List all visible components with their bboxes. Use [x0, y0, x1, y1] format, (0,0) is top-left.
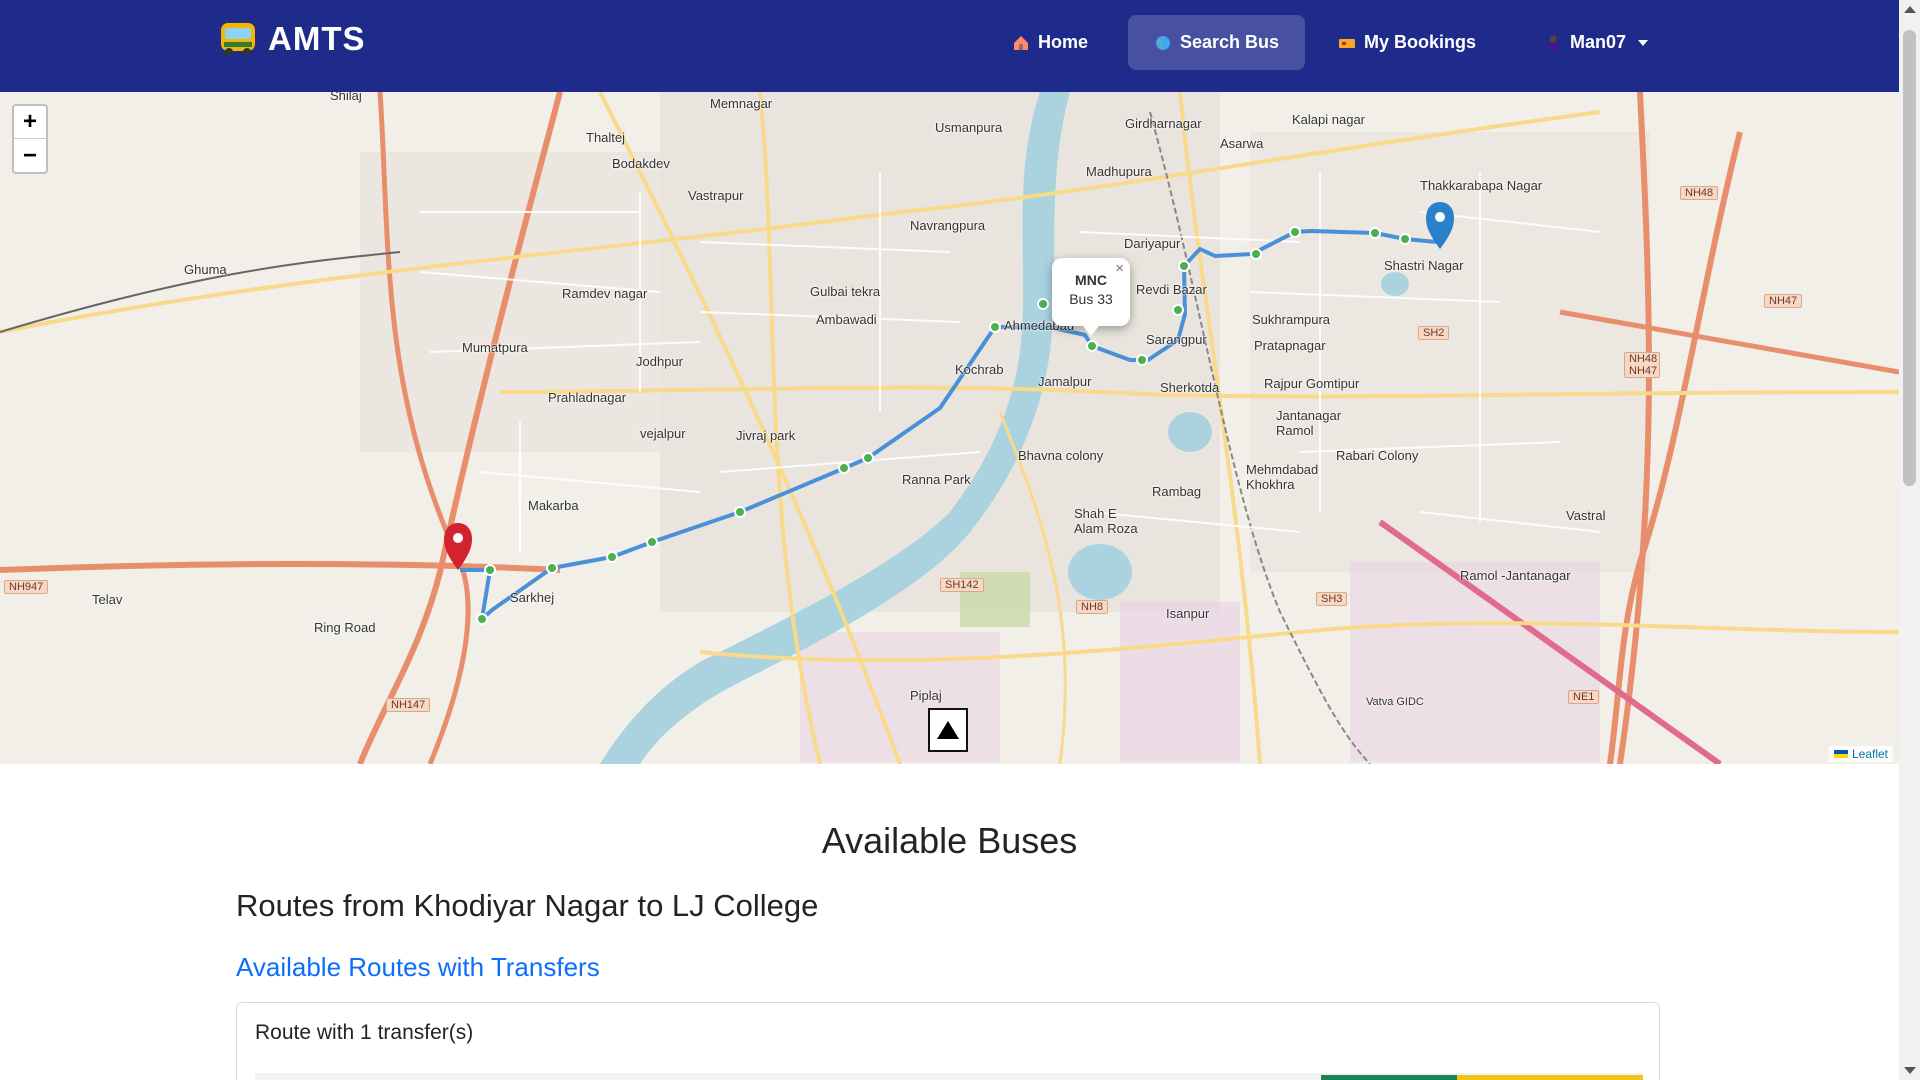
map-label: Mehmdabad Khokhra: [1246, 462, 1319, 492]
zoom-control: + −: [12, 104, 48, 174]
map-label: Asarwa: [1220, 136, 1264, 151]
map-label: Madhupura: [1086, 164, 1152, 179]
nav-user-menu[interactable]: Man07: [1518, 15, 1674, 70]
nav-search-bus-label: Search Bus: [1180, 32, 1280, 52]
road-shield: NH8: [1076, 600, 1109, 614]
map-label: Pratapnagar: [1254, 338, 1326, 353]
attribution-link[interactable]: Leaflet: [1852, 747, 1888, 761]
map-label: Bhavna colony: [1018, 448, 1104, 463]
ukraine-flag-icon: [1833, 750, 1848, 758]
map-label: Rambag: [1152, 484, 1202, 499]
route-map[interactable]: Shilaj Memnagar Thaltej Usmanpura Girdha…: [0, 92, 1899, 764]
map-label: Kalapi nagar: [1292, 112, 1365, 127]
close-icon[interactable]: ×: [1115, 260, 1124, 277]
map-label: Sukhrampura: [1252, 312, 1331, 327]
map-attribution[interactable]: Leaflet: [1828, 746, 1893, 762]
house-icon: [1014, 35, 1028, 50]
road-shield: NH147: [386, 698, 431, 712]
road-shield: NH48: [1680, 186, 1719, 200]
map-label: Ramol -Jantanagar: [1460, 568, 1571, 583]
route-segment-first: [1321, 1075, 1457, 1080]
globe-icon: [1156, 35, 1170, 50]
map-label: Rajpur Gomtipur: [1264, 376, 1360, 391]
scroll-down-arrow-icon[interactable]: [1904, 1067, 1916, 1074]
map-label: Jantanagar Ramol: [1276, 408, 1342, 438]
scroll-to-top-button[interactable]: [928, 708, 968, 752]
map-label: Telav: [92, 592, 123, 607]
map-label: Isanpur: [1166, 606, 1210, 621]
map-label: Jodhpur: [636, 354, 683, 369]
page-title: Available Buses: [821, 820, 1078, 861]
map-label: Jivraj park: [736, 428, 796, 443]
map-label: Thaltej: [586, 130, 626, 145]
route-card-title: Route with 1 transfer(s): [255, 1021, 474, 1044]
chevron-down-icon: [1638, 39, 1649, 46]
route-title: Routes from Khodiyar Nagar to LJ College: [236, 888, 819, 923]
bus-icon: [221, 23, 255, 56]
map-label: Shah E Alam Roza: [1074, 506, 1138, 536]
map-label: Ghuma: [184, 262, 227, 277]
nav-my-bookings-label: My Bookings: [1364, 32, 1477, 52]
map-label: Shilaj: [330, 92, 362, 103]
nav-user-label: Man07: [1570, 32, 1627, 52]
top-navbar: AMTS Home Search Bus My Bookings Man07: [0, 0, 1899, 92]
map-label: Sherkotda: [1160, 380, 1220, 395]
map-label: Piplaj: [910, 688, 942, 703]
road-shield: NH47: [1764, 294, 1803, 308]
map-label: Ambawadi: [816, 312, 877, 327]
map-tiles: [0, 92, 1899, 764]
page-scrollbar[interactable]: [1899, 0, 1920, 1080]
scroll-up-arrow-icon[interactable]: [1904, 6, 1916, 13]
map-label: Vastrapur: [688, 188, 744, 203]
map-label: Vatva GIDC: [1366, 696, 1424, 708]
map-label: Usmanpura: [935, 120, 1003, 135]
ticket-icon: [1339, 38, 1355, 48]
map-label: vejalpur: [640, 426, 686, 441]
road-shield: SH142: [940, 578, 984, 592]
map-label: Shastri Nagar: [1384, 258, 1464, 273]
map-label: Revdi Bazar: [1136, 282, 1207, 297]
map-label: Dariyapur: [1124, 236, 1181, 251]
route-card[interactable]: Route with 1 transfer(s): [236, 1002, 1660, 1080]
road-shield: SH3: [1316, 592, 1348, 606]
nav-search-bus[interactable]: Search Bus: [1128, 15, 1306, 70]
map-label: Rabari Colony: [1336, 448, 1419, 463]
person-icon: [1549, 35, 1557, 51]
map-label: Ranna Park: [902, 472, 971, 487]
triangle-up-icon: [937, 721, 959, 739]
zoom-out-button[interactable]: −: [14, 139, 46, 172]
map-label: Memnagar: [710, 96, 773, 111]
road-shield: NH947: [4, 580, 49, 594]
map-label: Sarkhej: [510, 590, 555, 605]
map-label: Vastral: [1566, 508, 1606, 523]
map-label: Mumatpura: [462, 340, 528, 355]
map-label: Prahladnagar: [548, 390, 627, 405]
map-label: Jamalpur: [1038, 374, 1092, 389]
road-shield: NH48 NH47: [1624, 352, 1660, 378]
stop-popup: × MNC Bus 33: [1052, 258, 1130, 336]
nav-home[interactable]: Home: [986, 15, 1114, 70]
map-label: Bodakdev: [612, 156, 670, 171]
nav-home-label: Home: [1038, 32, 1089, 52]
route-segment-second: [1457, 1075, 1643, 1080]
map-label: Girdharnagar: [1125, 116, 1202, 131]
brand-name: AMTS: [268, 20, 366, 57]
nav-my-bookings[interactable]: My Bookings: [1312, 15, 1502, 70]
map-label: Navrangpura: [910, 218, 986, 233]
map-label: Ring Road: [314, 620, 376, 635]
map-label: Kochrab: [955, 362, 1004, 377]
map-label: Sarangpur: [1146, 332, 1207, 347]
routes-with-transfers-heading[interactable]: Available Routes with Transfers: [236, 952, 600, 983]
map-label: Gulbai tekra: [810, 284, 881, 299]
road-shield: SH2: [1418, 326, 1450, 340]
map-label: Thakkarabapa Nagar: [1420, 178, 1543, 193]
scrollbar-thumb[interactable]: [1903, 30, 1916, 486]
brand[interactable]: AMTS: [218, 20, 366, 58]
road-shield: NE1: [1568, 690, 1600, 704]
map-label: Ramdev nagar: [562, 286, 648, 301]
zoom-in-button[interactable]: +: [14, 106, 46, 139]
map-label: Makarba: [528, 498, 579, 513]
popup-bus-number: Bus 33: [1069, 291, 1113, 307]
